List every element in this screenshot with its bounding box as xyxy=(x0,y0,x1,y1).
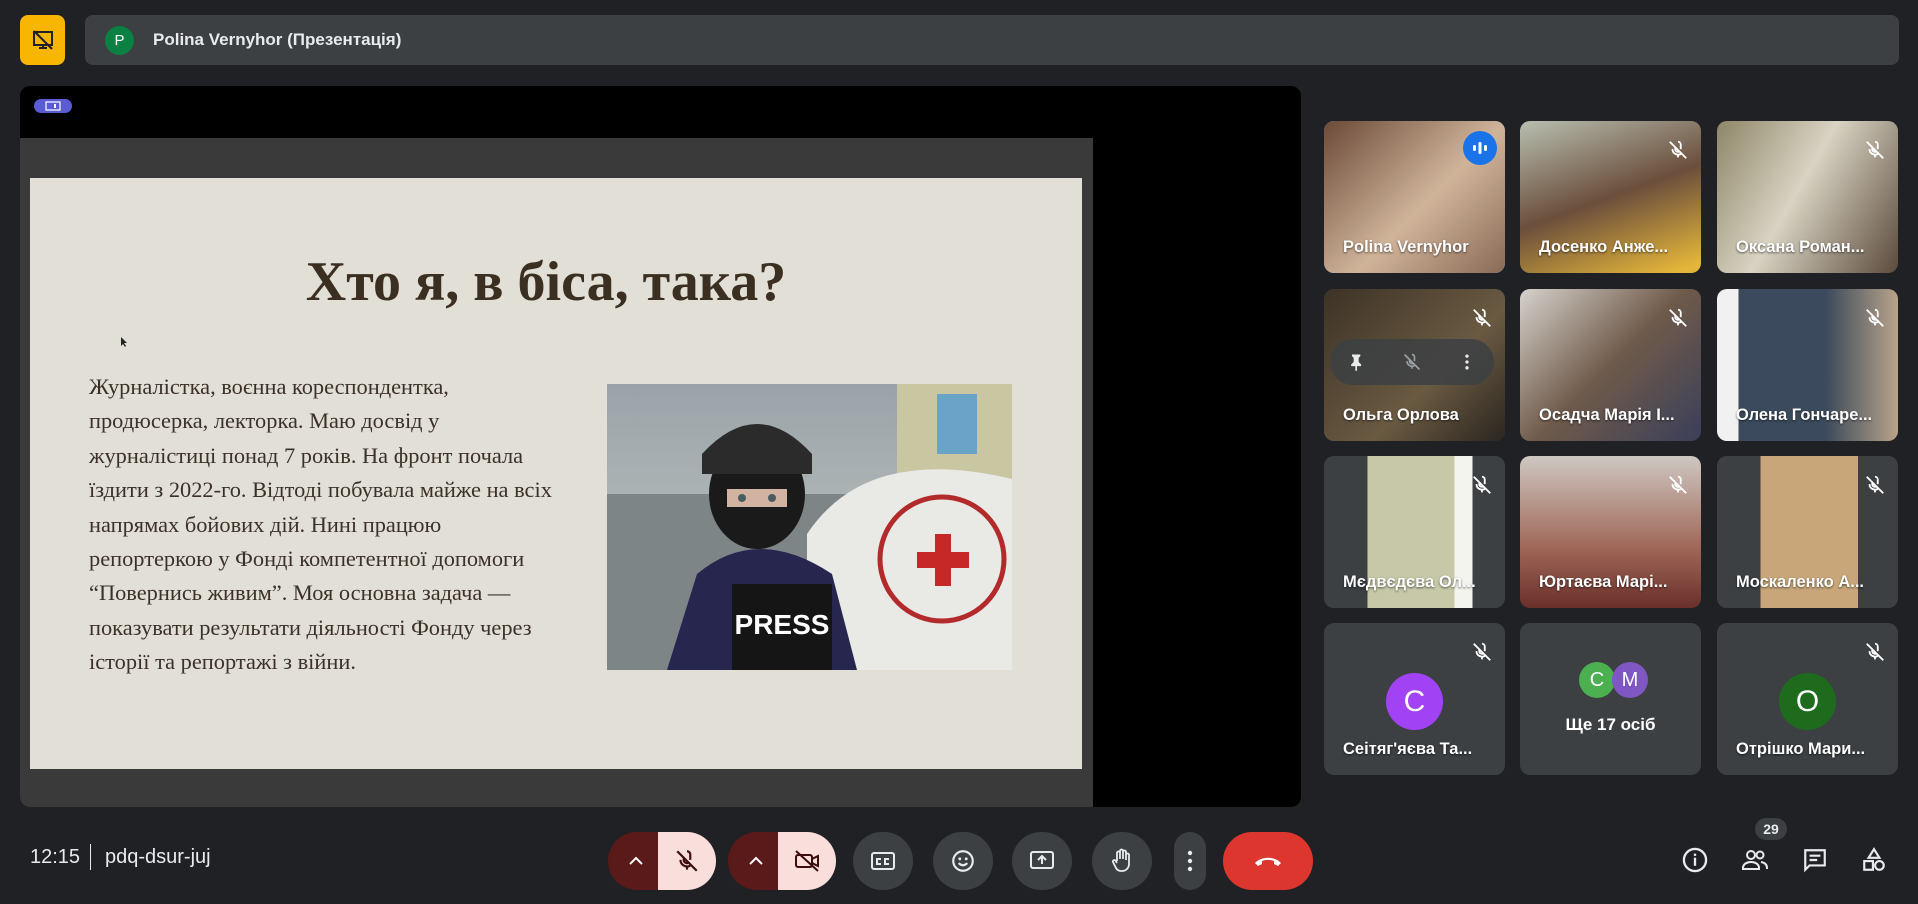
present-screen-icon xyxy=(1030,851,1054,869)
participant-avatar: С xyxy=(1386,673,1443,730)
slide-frame: Хто я, в біса, така? Журналістка, воєнна… xyxy=(20,138,1093,807)
hand-icon xyxy=(1112,848,1130,872)
photo-press-text: PRESS xyxy=(735,609,830,640)
mouse-cursor-icon xyxy=(121,337,127,347)
chat-icon xyxy=(1804,849,1826,873)
participant-name: Ольга Орлова xyxy=(1343,406,1459,424)
mute-participant-icon[interactable] xyxy=(1402,352,1422,372)
chat-button[interactable] xyxy=(1798,843,1832,877)
participant-tile[interactable]: Мєдвєдєва Ол... xyxy=(1324,456,1505,608)
more-participants-label: Ще 17 осіб xyxy=(1565,715,1656,734)
microphone-toggle-button[interactable] xyxy=(658,832,716,890)
presenter-title: Polina Vernyhor (Презентація) xyxy=(153,30,402,49)
participant-tile[interactable]: Осадча Марія І... xyxy=(1520,289,1701,441)
participant-name: Осадча Марія І... xyxy=(1539,406,1675,424)
mic-off-icon xyxy=(1866,642,1884,661)
meeting-code: pdq-dsur-juj xyxy=(105,846,211,868)
reactions-button[interactable] xyxy=(933,832,993,890)
slide-photo: PRESS xyxy=(607,384,1012,670)
phone-hangup-icon xyxy=(1255,857,1281,866)
captions-button[interactable] xyxy=(853,832,913,890)
slide-body: Журналістка, воєнна кореспондентка, прод… xyxy=(89,374,552,675)
participant-tile[interactable]: Москаленко А... xyxy=(1717,456,1898,608)
divider xyxy=(90,844,91,870)
presentation-off-icon xyxy=(32,30,53,50)
participant-tile[interactable]: О Отрішко Мари... xyxy=(1717,623,1898,775)
more-vertical-icon xyxy=(1187,850,1193,872)
presentation-stage: Хто я, в біса, така? Журналістка, воєнна… xyxy=(20,86,1301,807)
mic-off-icon xyxy=(676,850,698,872)
participant-tile[interactable]: Досенко Анже... xyxy=(1520,121,1701,273)
presentation-toggle-button[interactable] xyxy=(20,15,65,65)
slide-title: Хто я, в біса, така? xyxy=(305,251,787,313)
mic-off-icon xyxy=(1473,308,1491,327)
info-chip-icon xyxy=(45,101,61,111)
mic-off-icon xyxy=(1669,140,1687,159)
participant-tile[interactable]: Юртаєва Марі... xyxy=(1520,456,1701,608)
participant-name: Олена Гончаре... xyxy=(1736,406,1873,424)
activities-button[interactable] xyxy=(1857,843,1891,877)
participant-name: Юртаєва Марі... xyxy=(1539,573,1668,591)
caption-chip[interactable] xyxy=(34,99,72,113)
mic-off-icon xyxy=(1866,140,1884,159)
camera-toggle-button[interactable] xyxy=(778,832,836,890)
clock: 12:15 xyxy=(30,846,81,868)
participant-avatar: М xyxy=(1612,662,1648,698)
captions-icon xyxy=(871,852,895,870)
camera-off-icon xyxy=(795,850,819,872)
more-options-icon[interactable] xyxy=(1457,352,1477,372)
shapes-icon xyxy=(1863,847,1885,871)
participant-tile[interactable]: С Сеітяг'яєва Та... xyxy=(1324,623,1505,775)
slide: Хто я, в біса, така? Журналістка, воєнна… xyxy=(30,178,1082,769)
people-count-badge: 29 xyxy=(1755,818,1787,840)
participant-avatar: О xyxy=(1779,673,1836,730)
meeting-details-button[interactable] xyxy=(1678,843,1712,877)
mic-off-icon xyxy=(1866,475,1884,494)
participant-tile[interactable]: Оксана Роман... xyxy=(1717,121,1898,273)
more-participants-tile[interactable]: С М Ще 17 осіб xyxy=(1520,623,1701,775)
info-icon xyxy=(1682,847,1708,873)
pin-icon[interactable] xyxy=(1347,352,1367,372)
mic-off-icon xyxy=(1669,475,1687,494)
participant-name: Москаленко А... xyxy=(1736,573,1864,591)
participant-name: Досенко Анже... xyxy=(1539,238,1669,256)
presenter-bar: P Polina Vernyhor (Презентація) xyxy=(85,15,1899,65)
speaking-indicator-icon xyxy=(1463,131,1497,165)
audio-options-button[interactable] xyxy=(608,832,664,890)
participant-tile[interactable]: Polina Vernyhor xyxy=(1324,121,1505,273)
people-button[interactable] xyxy=(1738,843,1772,877)
participant-name: Мєдвєдєва Ол... xyxy=(1343,573,1476,591)
participant-name: Polina Vernyhor xyxy=(1343,238,1469,256)
chevron-up-icon xyxy=(749,856,763,865)
mic-off-icon xyxy=(1866,308,1884,327)
mic-off-icon xyxy=(1473,475,1491,494)
presenter-avatar: P xyxy=(105,25,134,55)
more-options-button[interactable] xyxy=(1174,832,1206,890)
end-call-button[interactable] xyxy=(1223,832,1313,890)
participant-avatar: С xyxy=(1579,662,1615,698)
present-screen-button[interactable] xyxy=(1012,832,1072,890)
mic-off-icon xyxy=(1473,642,1491,661)
video-options-button[interactable] xyxy=(728,832,784,890)
participant-tile[interactable]: Ольга Орлова xyxy=(1324,289,1505,441)
chevron-up-icon xyxy=(629,856,643,865)
participant-tile[interactable]: Олена Гончаре... xyxy=(1717,289,1898,441)
participant-name: Оксана Роман... xyxy=(1736,238,1865,256)
people-icon xyxy=(1742,850,1768,870)
tile-hover-controls xyxy=(1330,339,1494,385)
raise-hand-button[interactable] xyxy=(1092,832,1152,890)
participant-name: Отрішко Мари... xyxy=(1736,740,1866,758)
emoji-icon xyxy=(952,850,974,872)
mic-off-icon xyxy=(1669,308,1687,327)
participant-name: Сеітяг'яєва Та... xyxy=(1343,740,1473,758)
